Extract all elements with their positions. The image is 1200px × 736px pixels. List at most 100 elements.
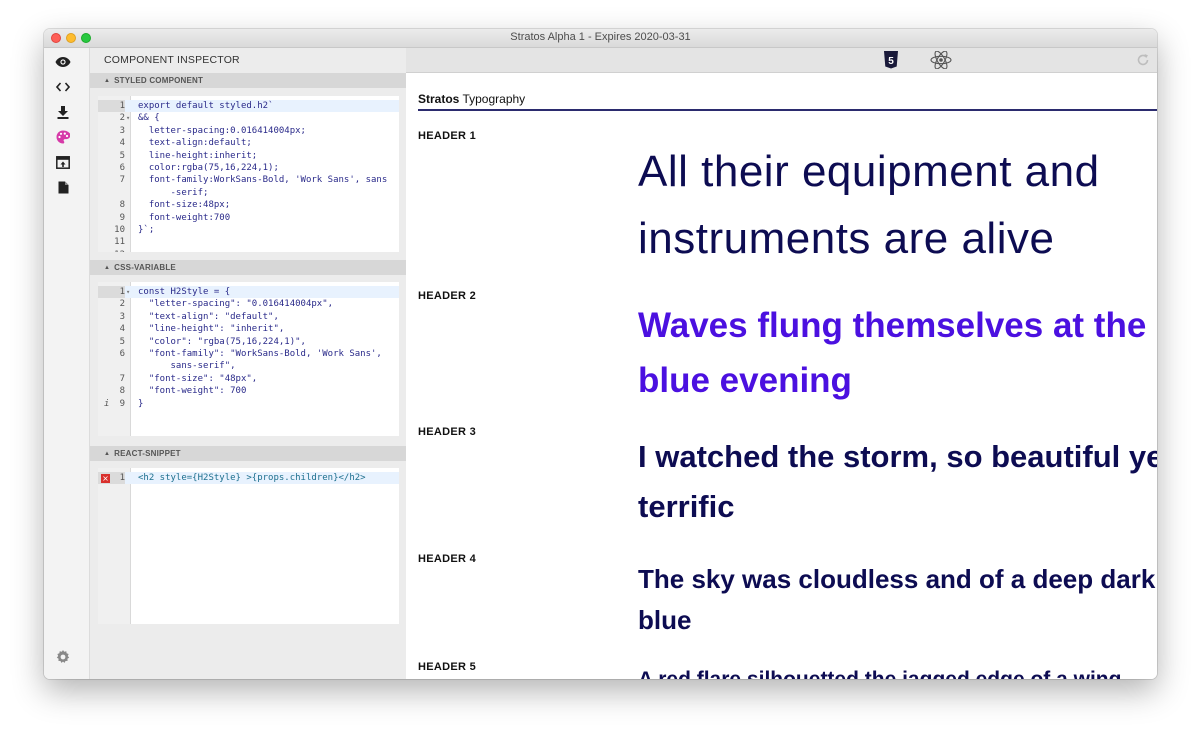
code-line[interactable]: 1 × <h2 style={H2Style} >{props.children}<… xyxy=(98,472,399,485)
code-line[interactable]: 2 ▾ && { xyxy=(98,112,399,124)
header-2-line-2: blue evening xyxy=(638,361,852,400)
code-text: font-family:WorkSans-Bold, 'Work Sans', … xyxy=(138,175,388,186)
code-icon[interactable] xyxy=(54,78,72,96)
code-line[interactable]: 9 font-weight:700 xyxy=(98,212,399,224)
code-line[interactable]: 2 "letter-spacing": "0.016414004px", xyxy=(98,298,399,310)
code-text: "font-family": "WorkSans-Bold, 'Work San… xyxy=(138,349,382,359)
code-line[interactable]: 3 "text-align": "default", xyxy=(98,311,399,323)
document-icon[interactable] xyxy=(54,178,72,196)
icon-sidebar xyxy=(44,48,90,679)
code-line[interactable]: 3 letter-spacing:0.016414004px; xyxy=(98,125,399,137)
line-number: 6 xyxy=(119,349,125,359)
line-number: 6 xyxy=(119,163,125,173)
code-line[interactable]: sans-serif", xyxy=(98,360,399,372)
line-number: 9 xyxy=(119,398,125,409)
react-snippet-editor[interactable]: 1 × <h2 style={H2Style} >{props.children}<… xyxy=(98,468,399,624)
line-number: 8 xyxy=(119,386,125,397)
code-line[interactable]: 8 font-size:48px; xyxy=(98,199,399,211)
gear-icon[interactable] xyxy=(54,648,72,666)
code-text: line-height:inherit; xyxy=(138,150,258,161)
code-line[interactable]: 7 "font-size": "48px", xyxy=(98,373,399,385)
code-text: "font-weight": 700 xyxy=(138,386,247,397)
section-header-css-variable[interactable]: ▲ CSS-VARIABLE xyxy=(90,260,406,275)
header-2-label: HEADER 2 xyxy=(418,290,477,302)
collapse-triangle-icon: ▲ xyxy=(104,451,111,457)
info-icon[interactable]: i xyxy=(104,398,109,410)
line-number: 4 xyxy=(119,324,125,335)
code-text: "text-align": "default", xyxy=(138,311,279,322)
code-text: }`; xyxy=(138,225,155,235)
code-line[interactable]: -serif; xyxy=(98,187,399,199)
line-number: 5 xyxy=(119,150,125,161)
palette-icon[interactable] xyxy=(54,128,72,146)
page-heading: Typography xyxy=(462,92,526,106)
brand-name: Stratos xyxy=(418,92,460,106)
header-4-sample: The sky was cloudless and of a deep dark… xyxy=(638,559,1157,649)
styled-component-editor[interactable]: 1 export default styled.h2` 2 ▾ && {3 letter… xyxy=(98,96,399,252)
header-1-sample: All their equipment and instruments are … xyxy=(638,138,1157,288)
code-line[interactable]: 6 "font-family": "WorkSans-Bold, 'Work S… xyxy=(98,348,399,360)
inspector-title: COMPONENT INSPECTOR xyxy=(104,54,240,66)
react-icon[interactable] xyxy=(930,50,952,74)
header-5-label: HEADER 5 xyxy=(418,661,477,673)
line-number: 2 xyxy=(119,113,125,124)
fold-arrow-icon[interactable]: ▾ xyxy=(126,286,130,298)
code-text: color:rgba(75,16,224,1); xyxy=(138,163,279,173)
code-text: const H2Style = { xyxy=(138,287,231,297)
header-2-sample: Waves flung themselves at the blue eveni… xyxy=(638,298,1157,416)
code-text: "line-height": "inherit", xyxy=(138,324,285,335)
line-number: 7 xyxy=(119,175,125,186)
code-text: <h2 style={H2Style} >{props.children}</h… xyxy=(138,473,366,483)
line-number: 7 xyxy=(119,373,125,384)
code-line[interactable]: 5 line-height:inherit; xyxy=(98,150,399,162)
css-variable-editor[interactable]: 1 ▾ const H2Style = {2 "letter-spacing": "… xyxy=(98,282,399,436)
code-line[interactable]: 11 xyxy=(98,236,399,248)
code-text: export default styled.h2` xyxy=(138,101,274,111)
header-3-label: HEADER 3 xyxy=(418,426,477,438)
line-number: 8 xyxy=(119,200,125,211)
code-line[interactable]: 10 }`; xyxy=(98,224,399,236)
collapse-triangle-icon: ▲ xyxy=(104,78,111,84)
line-number: 3 xyxy=(119,125,125,136)
line-number: 10 xyxy=(114,225,125,235)
code-line[interactable]: 1 ▾ const H2Style = { xyxy=(98,286,399,299)
refresh-icon[interactable] xyxy=(1136,53,1150,72)
section-header-react-snippet[interactable]: ▲ REACT-SNIPPET xyxy=(90,446,406,461)
html5-icon[interactable]: 5 xyxy=(883,51,899,74)
section-header-styled-component[interactable]: ▲ STYLED COMPONENT xyxy=(90,73,406,88)
code-text: "color": "rgba(75,16,224,1)", xyxy=(138,336,306,347)
collapse-triangle-icon: ▲ xyxy=(104,265,111,271)
code-line[interactable]: 6 color:rgba(75,16,224,1); xyxy=(98,162,399,174)
code-line[interactable]: 8 "font-weight": 700 xyxy=(98,385,399,397)
preview-toolbar: 5 xyxy=(406,48,1157,73)
download-icon[interactable] xyxy=(54,103,72,121)
code-line[interactable]: 5 "color": "rgba(75,16,224,1)", xyxy=(98,336,399,348)
code-text: "font-size": "48px", xyxy=(138,373,258,384)
code-line[interactable]: 7 font-family:WorkSans-Bold, 'Work Sans'… xyxy=(98,174,399,186)
line-number: 12 xyxy=(98,249,125,252)
title-divider xyxy=(418,109,1157,111)
code-text: sans-serif", xyxy=(138,361,236,372)
line-number: 3 xyxy=(119,311,125,322)
title-bar: Stratos Alpha 1 - Expires 2020-03-31 xyxy=(44,29,1157,48)
code-line[interactable]: 4 text-align:default; xyxy=(98,137,399,149)
code-line[interactable]: 1 export default styled.h2` xyxy=(98,100,399,113)
code-line[interactable]: 9 i} xyxy=(98,398,399,410)
line-number: 2 xyxy=(119,299,125,310)
error-icon[interactable]: × xyxy=(101,474,110,483)
code-text: "letter-spacing": "0.016414004px", xyxy=(138,299,334,310)
fold-arrow-icon[interactable]: ▾ xyxy=(126,112,130,124)
code-line[interactable]: 12 xyxy=(98,249,399,252)
eye-icon[interactable] xyxy=(54,53,72,71)
code-line[interactable]: 4 "line-height": "inherit", xyxy=(98,323,399,335)
header-1-line-2: instruments are alive xyxy=(638,214,1055,263)
code-text: font-weight:700 xyxy=(138,212,231,223)
code-text: font-size:48px; xyxy=(138,200,231,211)
line-number: 1 xyxy=(98,286,125,299)
line-number: 9 xyxy=(119,212,125,223)
preview-pane: 5 Stratos Typography HEADER 1 All their … xyxy=(406,48,1157,679)
line-number: 5 xyxy=(119,336,125,347)
code-text: text-align:default; xyxy=(138,138,252,149)
layout-icon[interactable] xyxy=(54,153,72,171)
html5-badge-text: 5 xyxy=(888,56,894,67)
